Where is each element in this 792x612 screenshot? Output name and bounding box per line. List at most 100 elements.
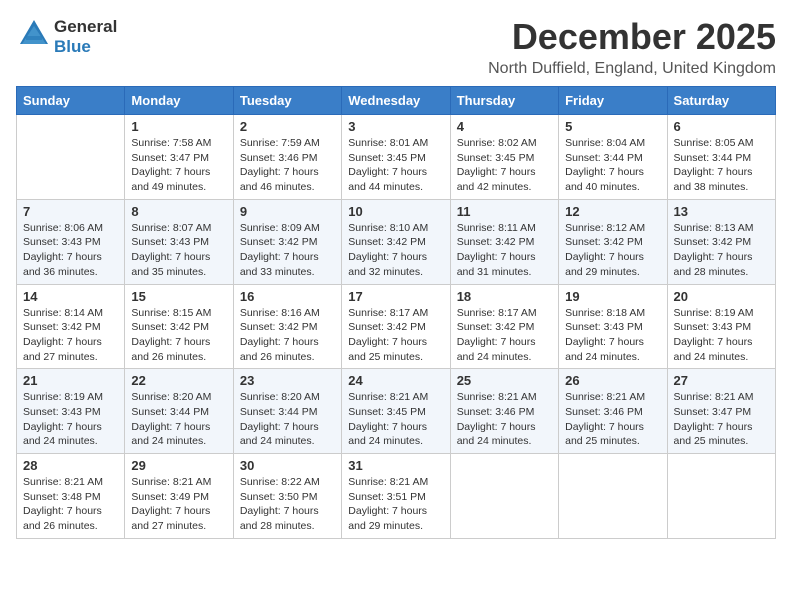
day-info: Sunrise: 8:06 AM Sunset: 3:43 PM Dayligh… (23, 221, 118, 280)
daylight-text: Daylight: 7 hours and 25 minutes. (348, 336, 427, 363)
sunrise-text: Sunrise: 8:12 AM (565, 222, 645, 234)
day-number: 10 (348, 204, 443, 219)
calendar-week-row: 21 Sunrise: 8:19 AM Sunset: 3:43 PM Dayl… (17, 369, 776, 454)
calendar-cell: 4 Sunrise: 8:02 AM Sunset: 3:45 PM Dayli… (450, 115, 558, 200)
sunset-text: Sunset: 3:42 PM (348, 321, 426, 333)
sunset-text: Sunset: 3:44 PM (240, 406, 318, 418)
logo: General Blue (16, 16, 117, 57)
sunset-text: Sunset: 3:43 PM (674, 321, 752, 333)
calendar-week-row: 28 Sunrise: 8:21 AM Sunset: 3:48 PM Dayl… (17, 454, 776, 539)
day-number: 21 (23, 373, 118, 388)
daylight-text: Daylight: 7 hours and 27 minutes. (131, 505, 210, 532)
sunset-text: Sunset: 3:42 PM (23, 321, 101, 333)
sunset-text: Sunset: 3:43 PM (23, 406, 101, 418)
calendar-cell: 24 Sunrise: 8:21 AM Sunset: 3:45 PM Dayl… (342, 369, 450, 454)
month-title: December 2025 (488, 16, 776, 58)
daylight-text: Daylight: 7 hours and 46 minutes. (240, 166, 319, 193)
day-info: Sunrise: 8:20 AM Sunset: 3:44 PM Dayligh… (240, 390, 335, 449)
day-info: Sunrise: 8:17 AM Sunset: 3:42 PM Dayligh… (348, 306, 443, 365)
day-number: 6 (674, 119, 769, 134)
daylight-text: Daylight: 7 hours and 31 minutes. (457, 251, 536, 278)
calendar-cell: 18 Sunrise: 8:17 AM Sunset: 3:42 PM Dayl… (450, 284, 558, 369)
sunset-text: Sunset: 3:47 PM (131, 152, 209, 164)
calendar-cell (17, 115, 125, 200)
sunset-text: Sunset: 3:46 PM (565, 406, 643, 418)
calendar-cell: 15 Sunrise: 8:15 AM Sunset: 3:42 PM Dayl… (125, 284, 233, 369)
daylight-text: Daylight: 7 hours and 28 minutes. (674, 251, 753, 278)
sunset-text: Sunset: 3:42 PM (131, 321, 209, 333)
logo-blue: Blue (54, 37, 91, 56)
day-number: 24 (348, 373, 443, 388)
sunset-text: Sunset: 3:42 PM (457, 321, 535, 333)
day-info: Sunrise: 8:16 AM Sunset: 3:42 PM Dayligh… (240, 306, 335, 365)
calendar-cell: 9 Sunrise: 8:09 AM Sunset: 3:42 PM Dayli… (233, 199, 341, 284)
title-block: December 2025 North Duffield, England, U… (488, 16, 776, 78)
daylight-text: Daylight: 7 hours and 36 minutes. (23, 251, 102, 278)
day-info: Sunrise: 8:21 AM Sunset: 3:47 PM Dayligh… (674, 390, 769, 449)
day-number: 28 (23, 458, 118, 473)
sunset-text: Sunset: 3:44 PM (565, 152, 643, 164)
sunrise-text: Sunrise: 8:21 AM (348, 391, 428, 403)
calendar-cell: 22 Sunrise: 8:20 AM Sunset: 3:44 PM Dayl… (125, 369, 233, 454)
sunrise-text: Sunrise: 8:16 AM (240, 307, 320, 319)
sunset-text: Sunset: 3:42 PM (565, 236, 643, 248)
location-subtitle: North Duffield, England, United Kingdom (488, 60, 776, 78)
sunset-text: Sunset: 3:48 PM (23, 491, 101, 503)
day-info: Sunrise: 8:01 AM Sunset: 3:45 PM Dayligh… (348, 136, 443, 195)
day-number: 15 (131, 289, 226, 304)
day-info: Sunrise: 8:21 AM Sunset: 3:49 PM Dayligh… (131, 475, 226, 534)
sunset-text: Sunset: 3:45 PM (348, 406, 426, 418)
calendar-header-row: Sunday Monday Tuesday Wednesday Thursday… (17, 87, 776, 115)
calendar-cell: 3 Sunrise: 8:01 AM Sunset: 3:45 PM Dayli… (342, 115, 450, 200)
sunrise-text: Sunrise: 8:07 AM (131, 222, 211, 234)
daylight-text: Daylight: 7 hours and 24 minutes. (457, 336, 536, 363)
sunset-text: Sunset: 3:46 PM (240, 152, 318, 164)
day-info: Sunrise: 8:14 AM Sunset: 3:42 PM Dayligh… (23, 306, 118, 365)
calendar-cell: 8 Sunrise: 8:07 AM Sunset: 3:43 PM Dayli… (125, 199, 233, 284)
calendar-cell: 29 Sunrise: 8:21 AM Sunset: 3:49 PM Dayl… (125, 454, 233, 539)
sunset-text: Sunset: 3:46 PM (457, 406, 535, 418)
day-info: Sunrise: 8:02 AM Sunset: 3:45 PM Dayligh… (457, 136, 552, 195)
day-number: 23 (240, 373, 335, 388)
day-info: Sunrise: 8:22 AM Sunset: 3:50 PM Dayligh… (240, 475, 335, 534)
calendar-cell: 11 Sunrise: 8:11 AM Sunset: 3:42 PM Dayl… (450, 199, 558, 284)
day-number: 9 (240, 204, 335, 219)
day-number: 18 (457, 289, 552, 304)
calendar-cell: 12 Sunrise: 8:12 AM Sunset: 3:42 PM Dayl… (559, 199, 667, 284)
calendar-week-row: 7 Sunrise: 8:06 AM Sunset: 3:43 PM Dayli… (17, 199, 776, 284)
calendar-cell (667, 454, 775, 539)
daylight-text: Daylight: 7 hours and 38 minutes. (674, 166, 753, 193)
day-number: 30 (240, 458, 335, 473)
day-number: 12 (565, 204, 660, 219)
calendar-cell: 7 Sunrise: 8:06 AM Sunset: 3:43 PM Dayli… (17, 199, 125, 284)
daylight-text: Daylight: 7 hours and 24 minutes. (131, 421, 210, 448)
calendar-cell: 10 Sunrise: 8:10 AM Sunset: 3:42 PM Dayl… (342, 199, 450, 284)
day-number: 19 (565, 289, 660, 304)
calendar-cell: 1 Sunrise: 7:58 AM Sunset: 3:47 PM Dayli… (125, 115, 233, 200)
daylight-text: Daylight: 7 hours and 25 minutes. (565, 421, 644, 448)
daylight-text: Daylight: 7 hours and 24 minutes. (23, 421, 102, 448)
daylight-text: Daylight: 7 hours and 42 minutes. (457, 166, 536, 193)
calendar-cell (450, 454, 558, 539)
daylight-text: Daylight: 7 hours and 40 minutes. (565, 166, 644, 193)
sunrise-text: Sunrise: 8:21 AM (565, 391, 645, 403)
sunrise-text: Sunrise: 8:10 AM (348, 222, 428, 234)
calendar-cell: 30 Sunrise: 8:22 AM Sunset: 3:50 PM Dayl… (233, 454, 341, 539)
calendar-table: Sunday Monday Tuesday Wednesday Thursday… (16, 86, 776, 539)
day-info: Sunrise: 8:21 AM Sunset: 3:46 PM Dayligh… (457, 390, 552, 449)
calendar-cell: 21 Sunrise: 8:19 AM Sunset: 3:43 PM Dayl… (17, 369, 125, 454)
sunset-text: Sunset: 3:50 PM (240, 491, 318, 503)
sunset-text: Sunset: 3:42 PM (457, 236, 535, 248)
col-sunday: Sunday (17, 87, 125, 115)
day-number: 3 (348, 119, 443, 134)
col-thursday: Thursday (450, 87, 558, 115)
day-info: Sunrise: 8:07 AM Sunset: 3:43 PM Dayligh… (131, 221, 226, 280)
calendar-cell: 20 Sunrise: 8:19 AM Sunset: 3:43 PM Dayl… (667, 284, 775, 369)
daylight-text: Daylight: 7 hours and 29 minutes. (565, 251, 644, 278)
sunrise-text: Sunrise: 8:21 AM (348, 476, 428, 488)
sunrise-text: Sunrise: 8:20 AM (131, 391, 211, 403)
calendar-cell: 17 Sunrise: 8:17 AM Sunset: 3:42 PM Dayl… (342, 284, 450, 369)
daylight-text: Daylight: 7 hours and 24 minutes. (457, 421, 536, 448)
sunrise-text: Sunrise: 8:17 AM (457, 307, 537, 319)
sunset-text: Sunset: 3:45 PM (348, 152, 426, 164)
